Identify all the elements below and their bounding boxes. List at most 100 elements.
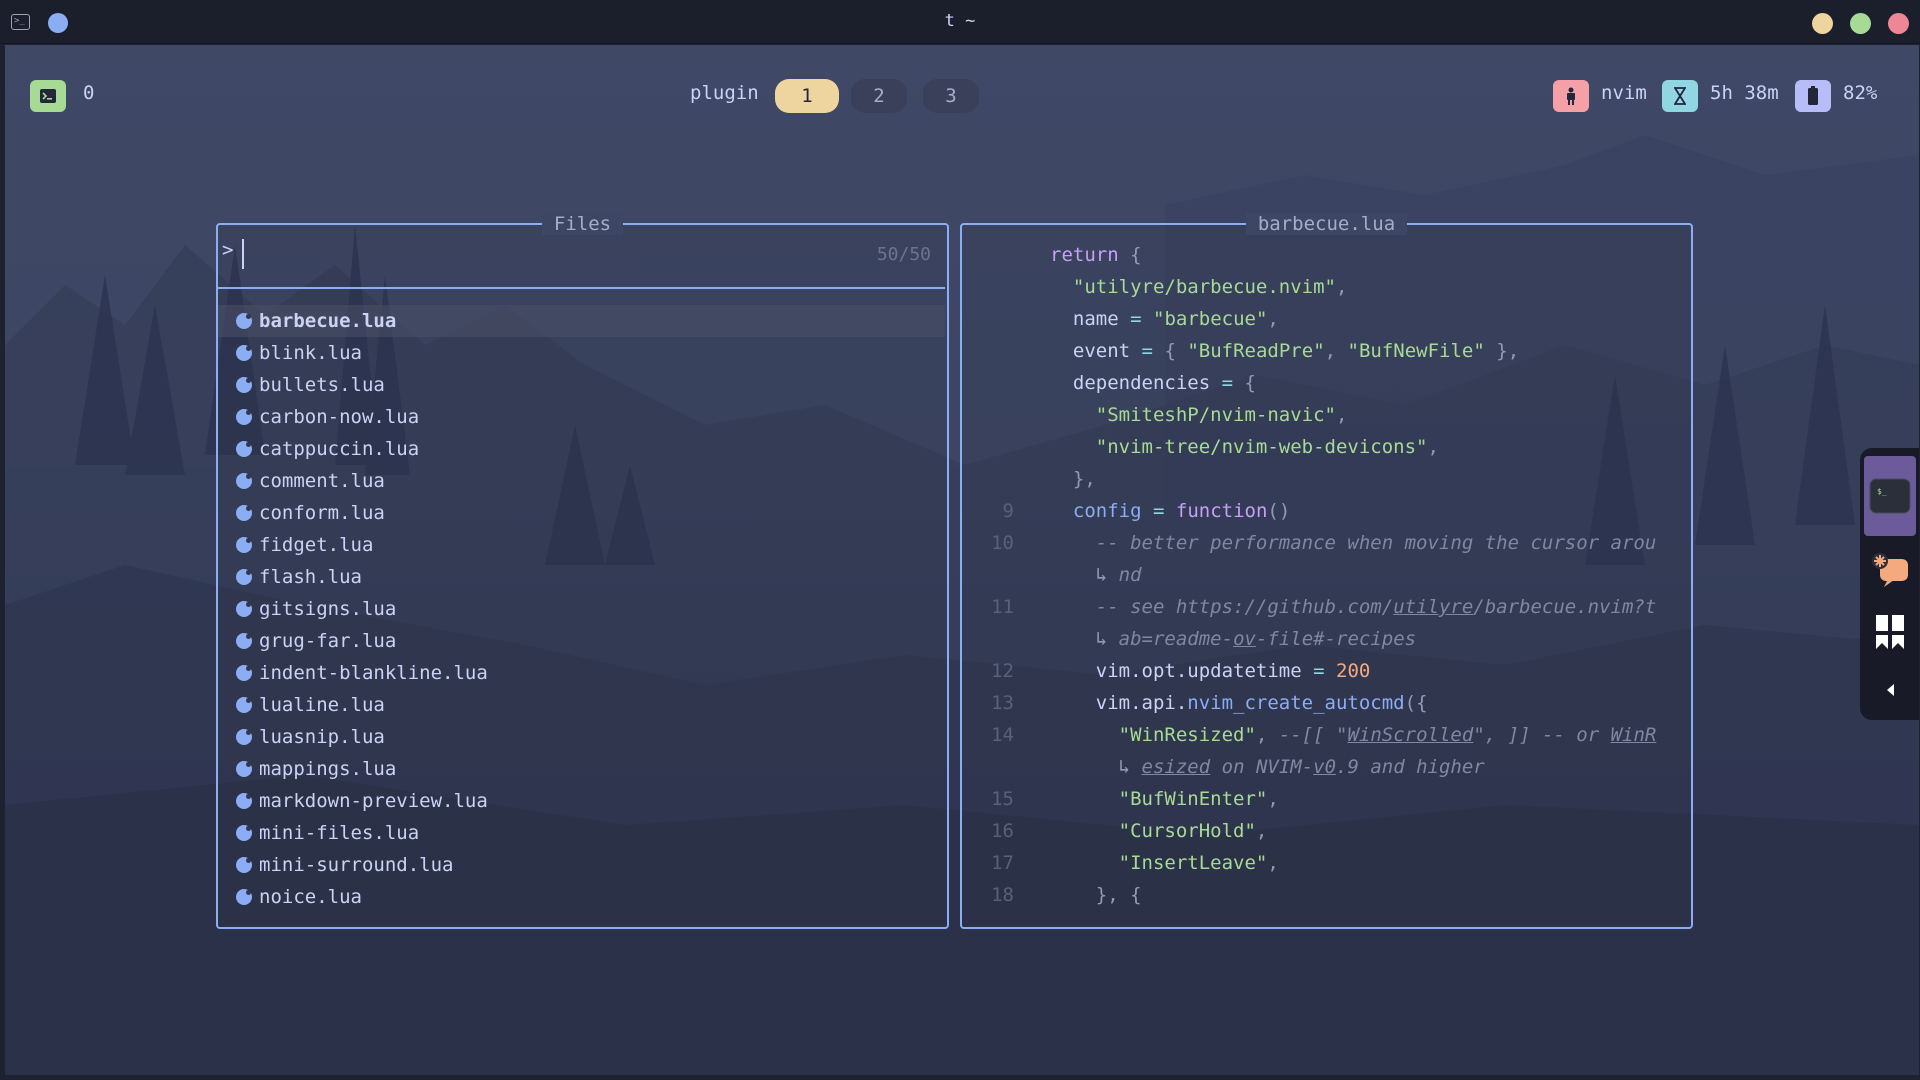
files-picker-panel: Files > 50/50 barbecue.lua blink.lua bulle…	[216, 213, 949, 929]
file-list-item[interactable]: markdown-preview.lua	[218, 785, 945, 817]
file-list-item[interactable]: mappings.lua	[218, 753, 945, 785]
lua-file-icon	[236, 857, 252, 873]
file-name: mini-files.lua	[259, 822, 420, 844]
code-line: },	[1072, 468, 1096, 490]
code-line: 13 vim.api.nvim_create_autocmd({	[991, 692, 1428, 714]
lua-file-icon	[236, 377, 252, 393]
file-name: markdown-preview.lua	[259, 790, 488, 812]
search-input[interactable]	[242, 239, 244, 269]
code-line: 14 "WinResized", --[[ "WinScrolled", ]] …	[991, 724, 1657, 746]
workspace-2-button[interactable]: 2	[851, 79, 907, 113]
file-list-item[interactable]: mini-files.lua	[218, 817, 945, 849]
app-person-icon	[1553, 80, 1589, 112]
file-list-item[interactable]: noice.lua	[218, 881, 945, 913]
lua-file-icon	[236, 409, 252, 425]
battery-icon	[1795, 80, 1831, 112]
file-list-item[interactable]: carbon-now.lua	[218, 401, 945, 433]
lua-file-icon	[236, 569, 252, 585]
hourglass-icon	[1662, 80, 1698, 112]
file-name: luasnip.lua	[259, 726, 385, 748]
code-line: "utilyre/barbecue.nvim",	[1072, 276, 1348, 298]
code-line: "SmiteshP/nvim-navic",	[1095, 404, 1348, 426]
lua-file-icon	[236, 633, 252, 649]
file-name: conform.lua	[259, 502, 385, 524]
file-list-item[interactable]: blink.lua	[218, 337, 945, 369]
file-list-item[interactable]: mini-surround.lua	[218, 849, 945, 881]
maximize-button[interactable]	[1850, 13, 1871, 34]
workspace-1-button[interactable]: 1	[775, 79, 839, 113]
file-name: blink.lua	[259, 342, 362, 364]
uptime-value: 5h 38m	[1710, 82, 1779, 104]
lua-file-icon	[236, 889, 252, 905]
lua-file-icon	[236, 505, 252, 521]
dock-collapse-button[interactable]	[1864, 670, 1916, 710]
battery-value: 82%	[1843, 82, 1878, 104]
file-list: barbecue.lua blink.lua bullets.lua carbon-n…	[218, 305, 945, 913]
file-name: lualine.lua	[259, 694, 385, 716]
file-list-item[interactable]: luasnip.lua	[218, 721, 945, 753]
file-list-item[interactable]: fidget.lua	[218, 529, 945, 561]
code-line: 12 vim.opt.updatetime = 200	[991, 660, 1371, 682]
preview-panel: barbecue.lua return { "utilyre/barbecue.…	[960, 213, 1693, 929]
file-name: gitsigns.lua	[259, 598, 397, 620]
window-title: t ~	[944, 11, 976, 31]
bookmark-app-icon	[1876, 615, 1904, 649]
code-line: dependencies = {	[1072, 372, 1256, 394]
file-name: catppuccin.lua	[259, 438, 420, 460]
code-line: 11 -- see https://github.com/utilyre/bar…	[991, 596, 1657, 618]
active-app-name: nvim	[1601, 82, 1647, 104]
dock-bookmark-app[interactable]	[1864, 608, 1916, 658]
dock-chat-app[interactable]	[1864, 546, 1916, 594]
lua-file-icon	[236, 697, 252, 713]
workspace-label: plugin	[690, 82, 759, 104]
code-line: 10 -- better performance when moving the…	[991, 532, 1657, 554]
dock-terminal-app[interactable]: $_	[1864, 456, 1916, 536]
lua-file-icon	[236, 825, 252, 841]
file-name: flash.lua	[259, 566, 362, 588]
file-list-item[interactable]: grug-far.lua	[218, 625, 945, 657]
file-list-item[interactable]: flash.lua	[218, 561, 945, 593]
terminal-app-icon: $_	[1869, 478, 1911, 514]
lua-file-icon	[236, 345, 252, 361]
code-preview: return { "utilyre/barbecue.nvim", name =…	[962, 239, 1692, 911]
file-name: fidget.lua	[259, 534, 374, 556]
code-line: event = { "BufReadPre", "BufNewFile" },	[1072, 340, 1520, 362]
file-list-item[interactable]: gitsigns.lua	[218, 593, 945, 625]
minimize-button[interactable]	[1812, 13, 1833, 34]
lua-file-icon	[236, 537, 252, 553]
svg-text:$_: $_	[1877, 487, 1887, 496]
file-list-item[interactable]: indent-blankline.lua	[218, 657, 945, 689]
side-dock: $_	[1860, 448, 1919, 720]
lua-file-icon	[236, 601, 252, 617]
files-panel-title: Files	[541, 213, 624, 235]
file-list-item[interactable]: comment.lua	[218, 465, 945, 497]
file-list-item[interactable]: bullets.lua	[218, 369, 945, 401]
code-line: 9 config = function()	[1002, 500, 1291, 522]
code-line: 16 "CursorHold",	[991, 820, 1268, 842]
file-list-item[interactable]: barbecue.lua	[218, 305, 945, 337]
lua-file-icon	[236, 441, 252, 457]
file-name: grug-far.lua	[259, 630, 397, 652]
file-name: barbecue.lua	[259, 310, 397, 332]
code-line: "nvim-tree/nvim-web-devicons",	[1095, 436, 1439, 458]
prompt-chevron-icon: >	[222, 239, 234, 261]
workspace-3-button[interactable]: 3	[923, 79, 979, 113]
lua-file-icon	[236, 473, 252, 489]
chat-app-icon	[1872, 553, 1908, 587]
file-name: mappings.lua	[259, 758, 397, 780]
lua-file-icon	[236, 761, 252, 777]
terminal-badge-icon[interactable]	[30, 80, 66, 112]
window-titlebar: >_ t ~	[0, 0, 1920, 44]
close-button[interactable]	[1888, 13, 1909, 34]
terminal-window: 0 plugin 1 2 3 nvim 5h 38m 82% Files > 5…	[5, 45, 1919, 1075]
lua-file-icon	[236, 665, 252, 681]
session-count: 0	[83, 82, 95, 104]
file-list-item[interactable]: lualine.lua	[218, 689, 945, 721]
file-name: bullets.lua	[259, 374, 385, 396]
match-count: 50/50	[876, 244, 931, 265]
file-list-item[interactable]: catppuccin.lua	[218, 433, 945, 465]
file-list-item[interactable]: conform.lua	[218, 497, 945, 529]
code-line: 17 "InsertLeave",	[991, 852, 1279, 874]
code-line: return {	[1050, 244, 1142, 266]
chevron-left-icon	[1887, 684, 1894, 696]
